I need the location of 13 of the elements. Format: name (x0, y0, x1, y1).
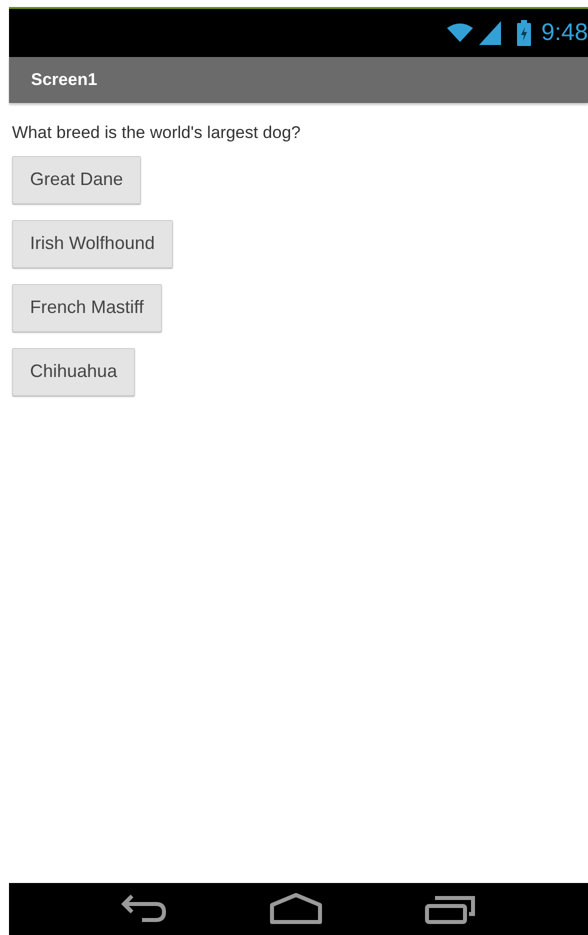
wifi-icon (447, 23, 474, 43)
home-icon (269, 893, 324, 925)
question-text: What breed is the world's largest dog? (12, 122, 301, 144)
status-time: 9:48 (541, 18, 588, 48)
signal-icon (479, 21, 502, 45)
answer-button[interactable]: Chihuahua (12, 348, 136, 396)
recent-apps-icon (425, 894, 478, 924)
answer-button[interactable]: French Mastiff (12, 284, 162, 332)
back-icon (120, 894, 168, 924)
answer-button[interactable]: Great Dane (12, 156, 142, 204)
answer-button[interactable]: Irish Wolfhound (12, 220, 173, 268)
screen-title: Screen1 (31, 69, 98, 92)
battery-icon (517, 20, 532, 46)
